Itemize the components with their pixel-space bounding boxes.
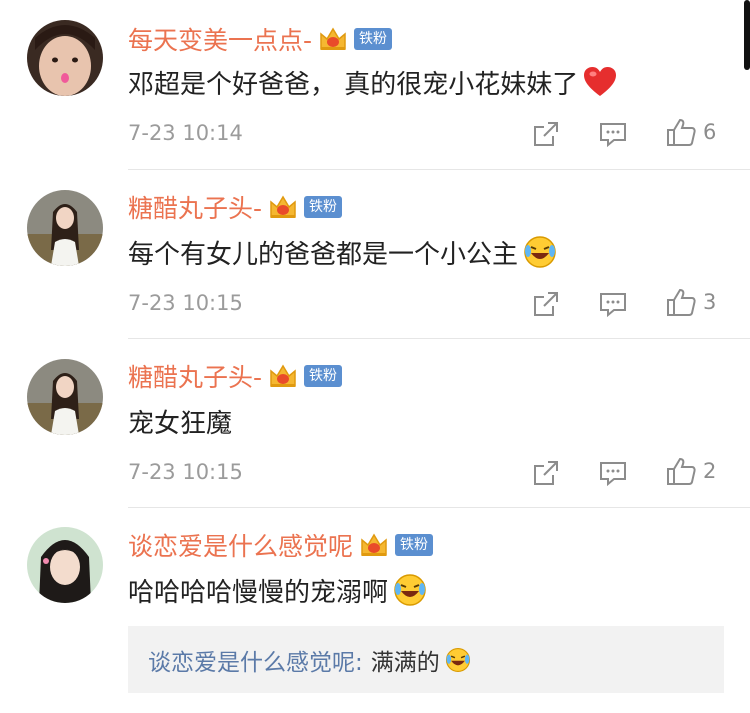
- comment-icon: [600, 462, 626, 487]
- share-icon: [534, 292, 558, 316]
- fan-badge: 铁粉: [354, 28, 393, 50]
- share-button[interactable]: [531, 457, 561, 489]
- like-icon: [667, 288, 696, 316]
- like-button[interactable]: 3: [665, 286, 716, 318]
- share-button[interactable]: [531, 288, 561, 320]
- comment-text: 宠女狂魔: [128, 408, 233, 439]
- like-icon: [667, 118, 696, 146]
- crown-icon: [270, 364, 296, 387]
- avatar[interactable]: [27, 20, 103, 96]
- timestamp: 7-23 10:15: [128, 291, 243, 315]
- divider: [128, 169, 750, 170]
- divider: [128, 507, 750, 508]
- comment-button[interactable]: [598, 118, 628, 150]
- avatar[interactable]: [27, 359, 103, 435]
- comment-button[interactable]: [598, 288, 628, 320]
- crown-icon: [320, 27, 346, 50]
- username[interactable]: 谈恋爱是什么感觉呢: [128, 527, 353, 563]
- reply-username[interactable]: 谈恋爱是什么感觉呢:: [148, 643, 363, 677]
- crown-icon: [361, 533, 387, 556]
- avatar[interactable]: [27, 190, 103, 266]
- share-button[interactable]: [531, 118, 561, 150]
- comment-icon: [600, 123, 626, 148]
- username[interactable]: 糖醋丸子头-: [128, 189, 262, 225]
- comment-text: 每个有女儿的爸爸都是一个小公主: [128, 239, 519, 270]
- comment-text: 哈哈哈哈慢慢的宠溺啊: [128, 577, 389, 608]
- laugh-cry-emoji: [524, 236, 556, 268]
- like-button[interactable]: 2: [665, 455, 716, 487]
- like-count: 6: [703, 120, 717, 144]
- reply-box[interactable]: 谈恋爱是什么感觉呢: 满满的: [128, 626, 724, 693]
- timestamp: 7-23 10:14: [128, 121, 243, 145]
- avatar[interactable]: [27, 527, 103, 603]
- username[interactable]: 糖醋丸子头-: [128, 358, 262, 394]
- comment-icon: [600, 293, 626, 318]
- reply-text: 满满的: [370, 649, 440, 676]
- fan-badge: 铁粉: [304, 365, 343, 387]
- like-count: 3: [703, 290, 717, 314]
- share-icon: [534, 461, 558, 485]
- scrollbar[interactable]: [744, 0, 750, 70]
- like-count: 2: [703, 459, 717, 483]
- comment-text: 邓超是个好爸爸， 真的很宠小花妹妹了: [128, 69, 579, 100]
- like-icon: [667, 457, 696, 485]
- heart-emoji: [584, 67, 617, 96]
- fan-badge: 铁粉: [304, 196, 343, 218]
- username[interactable]: 每天变美一点点-: [128, 21, 312, 57]
- share-icon: [534, 122, 558, 146]
- divider: [128, 338, 750, 339]
- crown-icon: [270, 195, 296, 218]
- like-button[interactable]: 6: [665, 116, 716, 148]
- laugh-cry-emoji: [394, 574, 426, 606]
- laugh-cry-emoji: [445, 647, 470, 672]
- comment-button[interactable]: [598, 457, 628, 489]
- timestamp: 7-23 10:15: [128, 460, 243, 484]
- fan-badge: 铁粉: [395, 534, 434, 556]
